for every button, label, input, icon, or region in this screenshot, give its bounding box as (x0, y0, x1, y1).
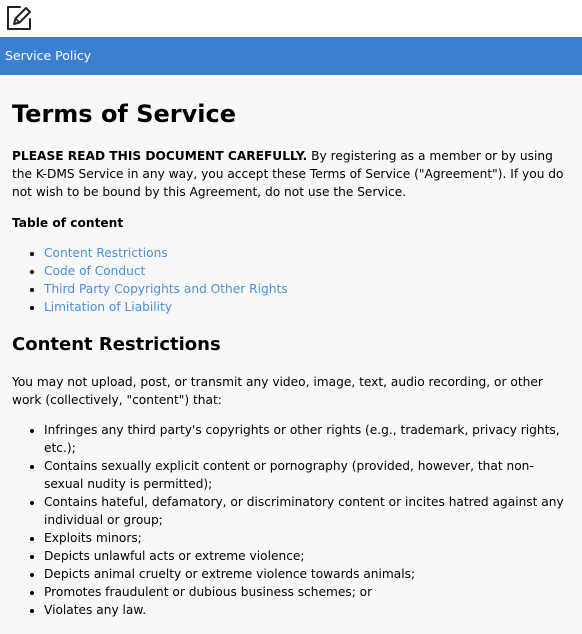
section-title: Content Restrictions (12, 334, 221, 355)
toc-link-limitation-of-liability[interactable]: Limitation of Liability (44, 300, 172, 314)
list-item: Contains sexually explicit content or po… (44, 457, 570, 493)
header-bar: Service Policy (0, 37, 582, 75)
list-item: Depicts animal cruelty or extreme violen… (44, 565, 570, 583)
toc-item: Third Party Copyrights and Other Rights (44, 280, 570, 298)
list-item: Depicts unlawful acts or extreme violenc… (44, 547, 570, 565)
toc-item: Code of Conduct (44, 262, 570, 280)
section-lead: You may not upload, post, or transmit an… (12, 375, 543, 407)
toc-link-third-party-copyrights[interactable]: Third Party Copyrights and Other Rights (44, 282, 288, 296)
toc-item: Content Restrictions (44, 244, 570, 262)
page-title: Terms of Service (12, 100, 237, 128)
list-item: Exploits minors; (44, 529, 570, 547)
document-content: Terms of Service PLEASE READ THIS DOCUME… (0, 75, 582, 634)
toc-item: Limitation of Liability (44, 298, 570, 316)
list-item: Contains hateful, defamatory, or discrim… (44, 493, 570, 529)
list-item: Promotes fraudulent or dubious business … (44, 583, 570, 601)
top-bar (0, 0, 582, 37)
pencil-edit-icon[interactable] (5, 4, 33, 32)
intro-paragraph: PLEASE READ THIS DOCUMENT CAREFULLY. By … (12, 147, 570, 201)
content-rules-list: Infringes any third party's copyrights o… (12, 421, 570, 619)
toc-link-code-of-conduct[interactable]: Code of Conduct (44, 264, 145, 278)
table-of-contents: Content Restrictions Code of Conduct Thi… (12, 244, 570, 316)
header-title: Service Policy (5, 48, 92, 63)
intro-bold: PLEASE READ THIS DOCUMENT CAREFULLY. (12, 149, 308, 163)
toc-link-content-restrictions[interactable]: Content Restrictions (44, 246, 168, 260)
list-item: Violates any law. (44, 601, 570, 619)
list-item: Infringes any third party's copyrights o… (44, 421, 570, 457)
toc-title: Table of content (12, 216, 124, 230)
